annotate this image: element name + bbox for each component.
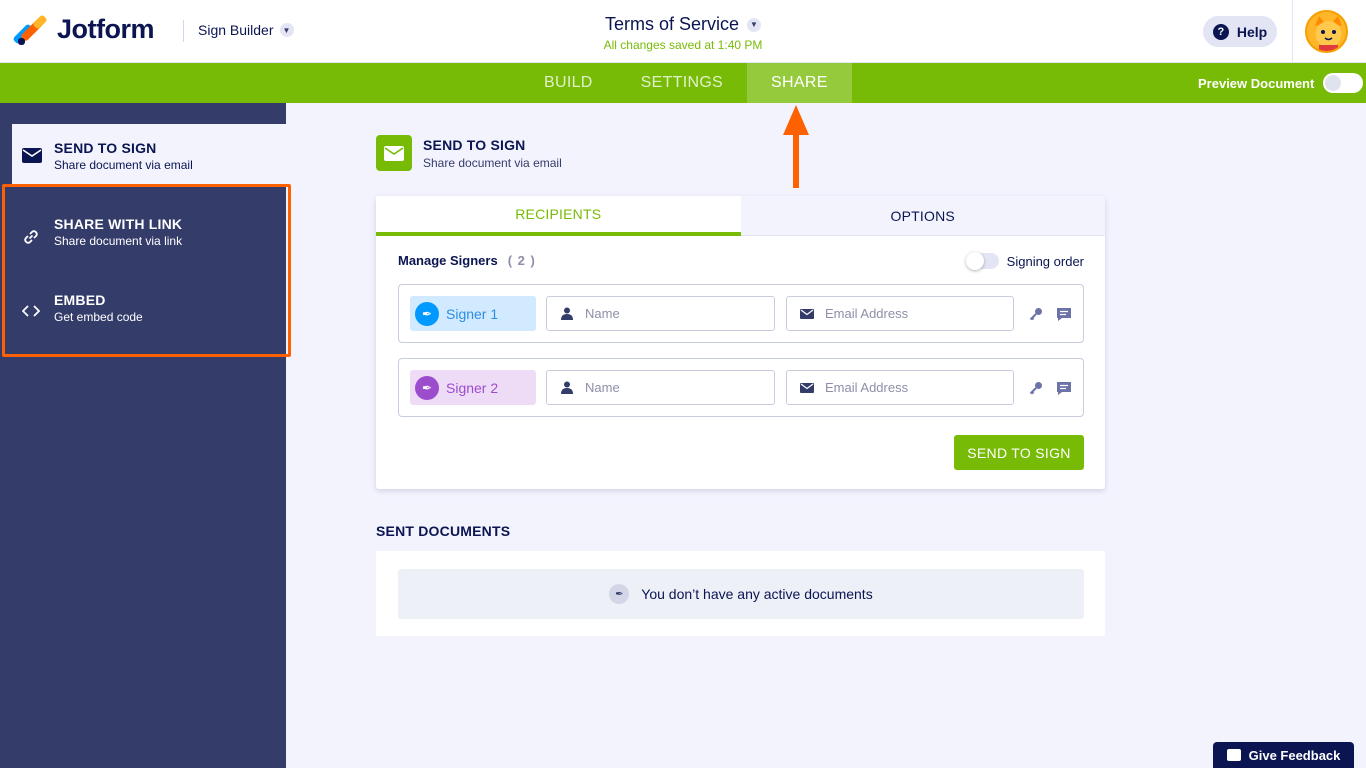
code-icon [21, 304, 42, 320]
avatar[interactable] [1305, 10, 1348, 53]
envelope-icon [799, 382, 815, 393]
signer-actions [1025, 379, 1081, 397]
sidebar-item-title: EMBED [54, 292, 106, 308]
signing-order-label: Signing order [1006, 253, 1084, 269]
question-icon: ? [1212, 23, 1229, 40]
envelope-icon [376, 135, 412, 171]
preview-document: Preview Document [1198, 63, 1364, 103]
email-field[interactable]: Email Address [786, 370, 1014, 405]
chevron-down-icon: ▼ [747, 17, 762, 32]
signer-label: Signer 2 [446, 379, 499, 396]
card-tabs: RECIPIENTS OPTIONS [376, 196, 1105, 236]
feedback-label: Give Feedback [1248, 747, 1341, 763]
email-placeholder: Email Address [825, 380, 909, 395]
envelope-icon [22, 148, 42, 164]
section-title: SEND TO SIGN [423, 136, 526, 153]
save-status: All changes saved at 1:40 PM [603, 38, 763, 52]
sidebar-item-send-to-sign[interactable]: SEND TO SIGN Share document via email [12, 124, 286, 184]
key-icon[interactable] [1025, 379, 1047, 397]
pen-icon: ✒ [609, 584, 630, 604]
signer-row: ✒ Signer 2 Name Email Address [398, 358, 1084, 417]
document-title[interactable]: Terms of Service ▼ [604, 14, 762, 35]
send-to-sign-button[interactable]: SEND TO SIGN [954, 435, 1084, 470]
name-field[interactable]: Name [546, 296, 775, 331]
sent-documents-card: ✒ You don’t have any active documents [376, 551, 1105, 636]
signer-label: Signer 1 [446, 305, 499, 322]
preview-label: Preview Document [1198, 75, 1315, 91]
signer-row: ✒ Signer 1 Name Email Address [398, 284, 1084, 343]
tab-options[interactable]: OPTIONS [740, 196, 1105, 236]
pen-icon: ✒ [415, 301, 439, 326]
sidebar-item-subtitle: Share document via email [54, 158, 193, 172]
email-field[interactable]: Email Address [786, 296, 1014, 331]
sidebar-item-subtitle: Get embed code [54, 310, 143, 324]
signer-count: ( 2 ) [507, 253, 536, 268]
message-icon[interactable] [1053, 379, 1075, 397]
signer-actions [1025, 305, 1081, 323]
give-feedback-button[interactable]: Give Feedback [1213, 742, 1354, 768]
sidebar-item-share-with-link[interactable]: SHARE WITH LINK Share document via link [12, 216, 286, 260]
sidebar-item-title: SEND TO SIGN [54, 140, 157, 156]
arrow-up-icon [783, 105, 809, 188]
top-header: Jotform Sign Builder ▼ Terms of Service … [0, 0, 1366, 63]
share-sidebar: SEND TO SIGN Share document via email SH… [0, 103, 286, 768]
sent-documents-heading: SENT DOCUMENTS [376, 523, 511, 539]
sidebar-item-embed[interactable]: EMBED Get embed code [12, 292, 286, 336]
help-label: Help [1236, 23, 1268, 40]
message-icon[interactable] [1053, 305, 1075, 323]
builder-nav: BUILD SETTINGS SHARE Preview Document [0, 63, 1366, 103]
manage-signers-heading: Manage Signers ( 2 ) [398, 253, 536, 268]
recipients-card: RECIPIENTS OPTIONS Manage Signers ( 2 ) S… [376, 196, 1105, 489]
tab-recipients[interactable]: RECIPIENTS [376, 196, 741, 236]
name-field[interactable]: Name [546, 370, 775, 405]
empty-state: ✒ You don’t have any active documents [398, 569, 1084, 619]
signing-order-toggle[interactable] [965, 252, 999, 270]
document-title-area: Terms of Service ▼ All changes saved at … [0, 14, 1366, 52]
nav-tabs: BUILD SETTINGS SHARE [520, 63, 852, 103]
email-placeholder: Email Address [825, 306, 909, 321]
key-icon[interactable] [1025, 305, 1047, 323]
tab-build[interactable]: BUILD [520, 63, 617, 103]
tab-share[interactable]: SHARE [747, 63, 852, 103]
section-header: SEND TO SIGN Share document via email [376, 135, 562, 171]
user-icon [559, 381, 575, 394]
name-placeholder: Name [585, 306, 620, 321]
feedback-icon [1226, 749, 1241, 761]
name-placeholder: Name [585, 380, 620, 395]
tab-settings[interactable]: SETTINGS [617, 63, 747, 103]
user-icon [559, 307, 575, 320]
empty-message: You don’t have any active documents [641, 586, 873, 602]
section-subtitle: Share document via email [423, 155, 562, 170]
signer-badge[interactable]: ✒ Signer 1 [410, 296, 536, 331]
document-title-text: Terms of Service [604, 14, 740, 34]
envelope-icon [799, 308, 815, 319]
link-icon [22, 228, 42, 244]
signer-badge[interactable]: ✒ Signer 2 [410, 370, 536, 405]
preview-toggle[interactable] [1323, 73, 1364, 93]
help-button[interactable]: ? Help [1203, 16, 1277, 47]
avatar-divider [1292, 0, 1293, 63]
signing-order: Signing order [965, 252, 1084, 270]
pen-icon: ✒ [415, 375, 439, 400]
sidebar-item-title: SHARE WITH LINK [54, 216, 183, 232]
manage-signers-label: Manage Signers [398, 253, 498, 268]
sidebar-item-subtitle: Share document via link [54, 234, 183, 248]
